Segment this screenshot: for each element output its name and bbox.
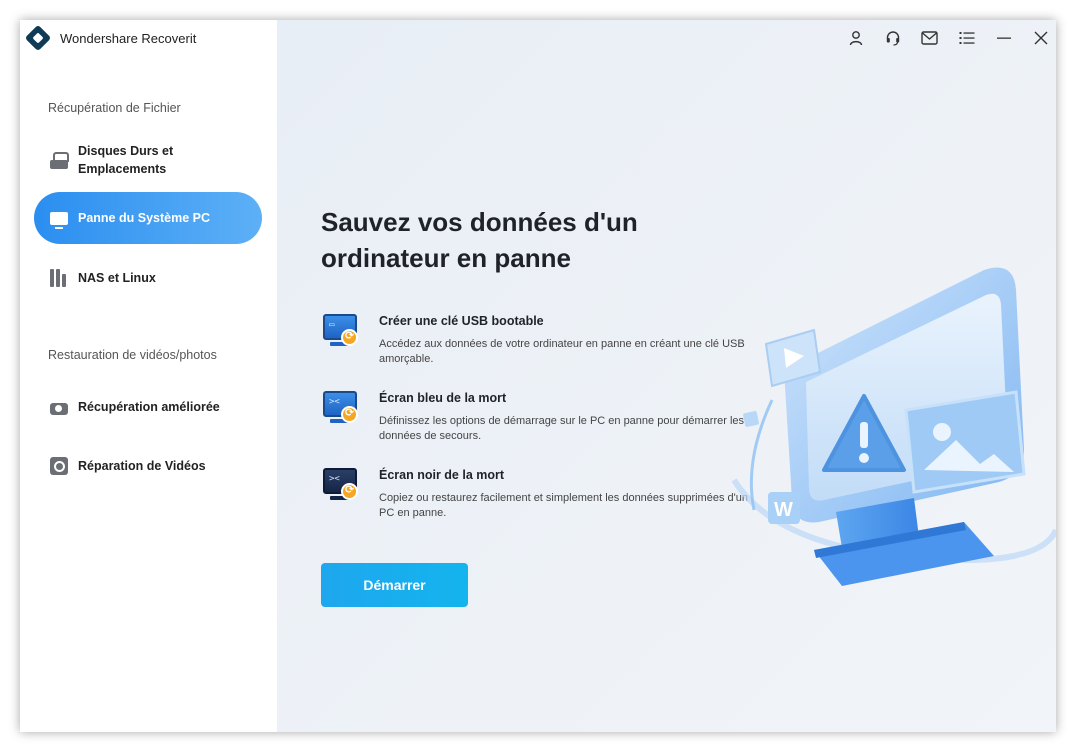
minimize-icon[interactable]: [994, 28, 1013, 47]
close-icon[interactable]: [1031, 28, 1050, 47]
feature-usb-bootable: ▭ Créer une clé USB bootable Accédez aux…: [321, 314, 751, 367]
window-controls: [846, 28, 1050, 47]
nas-icon: [50, 269, 68, 287]
start-button[interactable]: Démarrer: [321, 563, 468, 607]
section-label-file-recovery: Récupération de Fichier: [48, 101, 181, 115]
camera-icon: [50, 403, 68, 415]
app-window: Wondershare Recoverit Récupération de Fi…: [20, 20, 1056, 732]
sidebar-item-label: Réparation de Vidéos: [78, 459, 206, 473]
sidebar: Wondershare Recoverit Récupération de Fi…: [20, 20, 277, 732]
sidebar-item-nas-linux[interactable]: NAS et Linux: [34, 268, 262, 288]
black-screen-icon: ><: [321, 468, 361, 508]
sidebar-item-label: Disques Durs et Emplacements: [78, 144, 174, 176]
user-icon[interactable]: [846, 28, 865, 47]
sidebar-item-video-repair[interactable]: Réparation de Vidéos: [34, 456, 262, 476]
feature-blue-screen: >< Écran bleu de la mort Définissez les …: [321, 391, 751, 444]
app-title-bar: Wondershare Recoverit: [24, 24, 197, 52]
app-name: Wondershare Recoverit: [60, 30, 197, 46]
feature-title: Écran bleu de la mort: [379, 391, 507, 405]
sidebar-item-pc-crash[interactable]: Panne du Système PC: [34, 192, 262, 244]
feature-description: Définissez les options de démarrage sur …: [379, 415, 745, 442]
feature-black-screen: >< Écran noir de la mort Copiez ou resta…: [321, 468, 751, 521]
feature-description: Accédez aux données de votre ordinateur …: [379, 338, 745, 365]
main-panel: Sauvez vos données d'un ordinateur en pa…: [277, 20, 1056, 732]
menu-icon[interactable]: [957, 28, 976, 47]
sidebar-item-label: Panne du Système PC: [78, 211, 210, 225]
monitor-icon: [50, 211, 68, 229]
sidebar-item-label: NAS et Linux: [78, 271, 156, 285]
feature-title: Créer une clé USB bootable: [379, 314, 544, 328]
sidebar-item-hard-drives[interactable]: Disques Durs et Emplacements: [34, 142, 262, 178]
usb-bootable-icon: ▭: [321, 314, 361, 354]
sidebar-item-enhanced-recovery[interactable]: Récupération améliorée: [34, 397, 262, 417]
blue-screen-icon: ><: [321, 391, 361, 431]
hard-drive-icon: [50, 151, 69, 169]
video-repair-icon: [50, 457, 68, 475]
sidebar-item-label: Récupération améliorée: [78, 400, 220, 414]
mail-icon[interactable]: [920, 28, 939, 47]
svg-text:W: W: [774, 499, 793, 521]
recoverit-logo-icon: [24, 24, 52, 52]
feature-description: Copiez ou restaurez facilement et simple…: [379, 492, 748, 519]
feature-title: Écran noir de la mort: [379, 468, 505, 482]
support-icon[interactable]: [883, 28, 902, 47]
crashed-computer-illustration: W: [724, 260, 1056, 590]
section-label-video-photo: Restauration de vidéos/photos: [48, 348, 217, 362]
page-title: Sauvez vos données d'un ordinateur en pa…: [321, 207, 638, 273]
